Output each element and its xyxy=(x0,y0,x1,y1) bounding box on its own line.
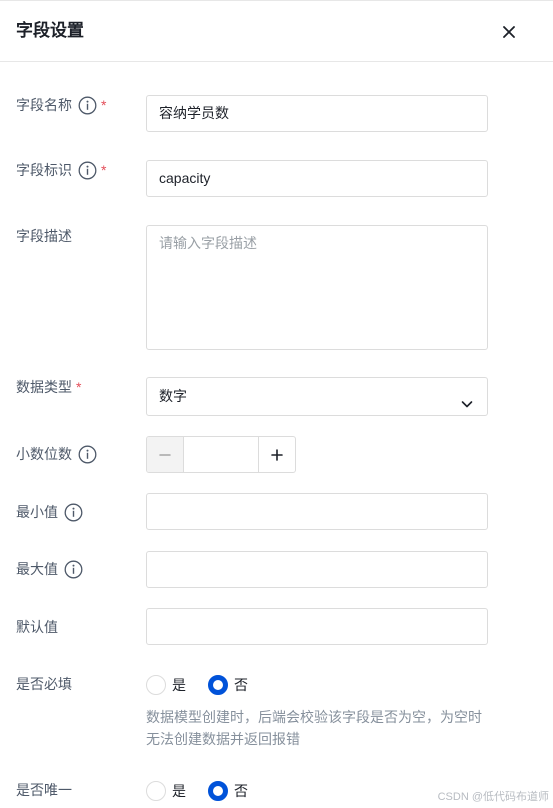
field-settings-drawer: 字段设置 字段名称 * 容纳学员数 字段标识 * capacity 字段描述 请… xyxy=(0,0,553,808)
info-icon[interactable] xyxy=(78,445,97,464)
default-value-label: 默认值 xyxy=(16,619,58,635)
decimals-input[interactable] xyxy=(184,437,258,472)
radio-yes[interactable]: 是 xyxy=(146,675,186,695)
close-icon[interactable] xyxy=(497,20,521,44)
info-icon[interactable] xyxy=(64,560,83,579)
data-type-label: 数据类型 * xyxy=(16,379,82,395)
max-value-input[interactable] xyxy=(146,551,488,588)
field-identifier-label: 字段标识 * xyxy=(16,161,107,180)
data-type-select[interactable]: 数字 xyxy=(146,377,488,416)
radio-no[interactable]: 否 xyxy=(208,675,248,695)
unique-flag-label: 是否唯一 xyxy=(16,782,72,798)
required-flag-label: 是否必填 xyxy=(16,676,72,692)
min-value-input[interactable] xyxy=(146,493,488,530)
field-name-input[interactable]: 容纳学员数 xyxy=(146,95,488,132)
required-flag-radio-group: 是 否 xyxy=(146,675,270,695)
drawer-header: 字段设置 xyxy=(0,1,553,62)
min-value-label: 最小值 xyxy=(16,502,83,522)
radio-no[interactable]: 否 xyxy=(208,781,248,801)
radio-circle xyxy=(146,675,166,695)
radio-circle-checked xyxy=(208,675,228,695)
field-description-textarea[interactable]: 请输入字段描述 xyxy=(146,225,488,350)
increment-button[interactable] xyxy=(258,437,295,472)
field-identifier-input[interactable]: capacity xyxy=(146,160,488,197)
chevron-down-icon xyxy=(459,389,475,408)
unique-flag-radio-group: 是 否 xyxy=(146,781,270,801)
radio-yes[interactable]: 是 xyxy=(146,781,186,801)
drawer-title: 字段设置 xyxy=(16,21,84,40)
watermark: CSDN @低代码布道师 xyxy=(437,791,549,803)
default-value-input[interactable] xyxy=(146,608,488,645)
info-icon[interactable] xyxy=(78,161,97,180)
field-description-label: 字段描述 xyxy=(16,228,72,244)
required-flag-hint: 数据模型创建时，后端会校验该字段是否为空，为空时无法创建数据并返回报错 xyxy=(146,709,482,747)
info-icon[interactable] xyxy=(78,96,97,115)
radio-circle xyxy=(146,781,166,801)
field-name-label: 字段名称 * xyxy=(16,96,107,115)
info-icon[interactable] xyxy=(64,503,83,522)
decrement-button[interactable] xyxy=(147,437,184,472)
required-mark: * xyxy=(101,162,107,178)
data-type-value: 数字 xyxy=(159,388,187,404)
decimals-label: 小数位数 xyxy=(16,444,97,464)
max-value-label: 最大值 xyxy=(16,559,83,579)
required-mark: * xyxy=(101,97,107,113)
radio-circle-checked xyxy=(208,781,228,801)
required-mark: * xyxy=(76,379,82,395)
decimals-stepper xyxy=(146,436,296,473)
